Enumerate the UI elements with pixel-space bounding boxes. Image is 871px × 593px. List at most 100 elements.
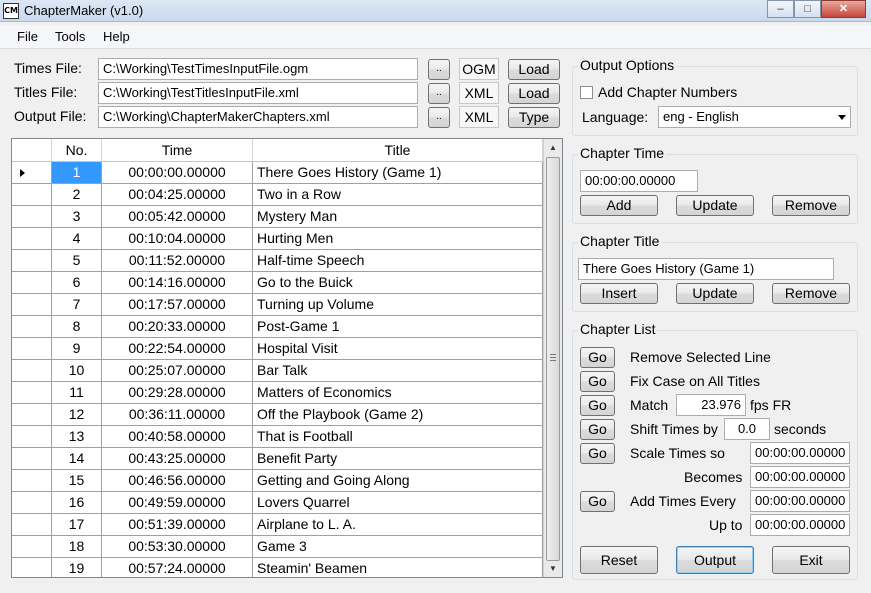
cell-time[interactable]: 00:29:28.00000 bbox=[102, 382, 253, 403]
up-to-field[interactable]: 00:00:00.00000 bbox=[750, 514, 850, 536]
table-row[interactable]: 16 00:49:59.00000 Lovers Quarrel bbox=[12, 492, 543, 514]
scroll-up-icon[interactable]: ▲ bbox=[544, 139, 562, 156]
menu-file[interactable]: File bbox=[17, 29, 38, 44]
cell-title[interactable]: Game 3 bbox=[253, 536, 543, 557]
table-row[interactable]: 11 00:29:28.00000 Matters of Economics bbox=[12, 382, 543, 404]
cell-no[interactable]: 19 bbox=[52, 558, 102, 577]
cell-no[interactable]: 18 bbox=[52, 536, 102, 557]
titles-load-button[interactable]: Load bbox=[508, 83, 560, 104]
cell-no[interactable]: 2 bbox=[52, 184, 102, 205]
output-browse-button[interactable]: .. bbox=[428, 107, 450, 128]
row-selector[interactable] bbox=[12, 536, 52, 557]
cell-time[interactable]: 00:43:25.00000 bbox=[102, 448, 253, 469]
table-row[interactable]: 15 00:46:56.00000 Getting and Going Along bbox=[12, 470, 543, 492]
cell-time[interactable]: 00:10:04.00000 bbox=[102, 228, 253, 249]
shift-seconds-field[interactable]: 0.0 bbox=[724, 418, 770, 440]
cell-time[interactable]: 00:22:54.00000 bbox=[102, 338, 253, 359]
table-row[interactable]: 18 00:53:30.00000 Game 3 bbox=[12, 536, 543, 558]
cell-time[interactable]: 00:05:42.00000 bbox=[102, 206, 253, 227]
row-selector[interactable] bbox=[12, 250, 52, 271]
row-selector[interactable] bbox=[12, 294, 52, 315]
update-title-button[interactable]: Update bbox=[676, 283, 754, 304]
cell-time[interactable]: 00:51:39.00000 bbox=[102, 514, 253, 535]
column-header-title[interactable]: Title bbox=[253, 139, 543, 161]
table-row[interactable]: 12 00:36:11.00000 Off the Playbook (Game 2… bbox=[12, 404, 543, 426]
cell-no[interactable]: 7 bbox=[52, 294, 102, 315]
table-row[interactable]: 2 00:04:25.00000 Two in a Row bbox=[12, 184, 543, 206]
title-bar[interactable]: CM ChapterMaker (v1.0) – □ ✕ bbox=[0, 0, 871, 22]
cell-title[interactable]: Airplane to L. A. bbox=[253, 514, 543, 535]
menu-help[interactable]: Help bbox=[103, 29, 130, 44]
table-row[interactable]: 10 00:25:07.00000 Bar Talk bbox=[12, 360, 543, 382]
times-browse-button[interactable]: .. bbox=[428, 59, 450, 80]
cell-title[interactable]: There Goes History (Game 1) bbox=[253, 162, 543, 183]
cell-title[interactable]: Hurting Men bbox=[253, 228, 543, 249]
cell-time[interactable]: 00:00:00.00000 bbox=[102, 162, 253, 183]
cell-title[interactable]: Turning up Volume bbox=[253, 294, 543, 315]
cell-title[interactable]: Two in a Row bbox=[253, 184, 543, 205]
cell-no[interactable]: 17 bbox=[52, 514, 102, 535]
scroll-thumb[interactable] bbox=[546, 157, 560, 561]
row-selector[interactable] bbox=[12, 514, 52, 535]
add-every-field[interactable]: 00:00:00.00000 bbox=[750, 490, 850, 512]
row-selector[interactable] bbox=[12, 426, 52, 447]
update-time-button[interactable]: Update bbox=[676, 195, 754, 216]
table-row[interactable]: 8 00:20:33.00000 Post-Game 1 bbox=[12, 316, 543, 338]
cell-title[interactable]: That is Football bbox=[253, 426, 543, 447]
titles-browse-button[interactable]: .. bbox=[428, 83, 450, 104]
reset-button[interactable]: Reset bbox=[580, 546, 658, 574]
add-chapter-numbers-checkbox[interactable] bbox=[580, 86, 593, 99]
fps-field[interactable]: 23.976 bbox=[676, 394, 746, 416]
grid-scrollbar[interactable]: ▲ ▼ bbox=[543, 139, 562, 577]
output-file-field[interactable]: C:\Working\ChapterMakerChapters.xml bbox=[98, 106, 418, 128]
match-go-button[interactable]: Go bbox=[580, 395, 615, 416]
column-header-time[interactable]: Time bbox=[102, 139, 253, 161]
cell-time[interactable]: 00:04:25.00000 bbox=[102, 184, 253, 205]
output-type-button[interactable]: Type bbox=[508, 107, 560, 128]
cell-time[interactable]: 00:49:59.00000 bbox=[102, 492, 253, 513]
table-row[interactable]: 14 00:43:25.00000 Benefit Party bbox=[12, 448, 543, 470]
row-selector[interactable] bbox=[12, 272, 52, 293]
cell-title[interactable]: Mystery Man bbox=[253, 206, 543, 227]
times-load-button[interactable]: Load bbox=[508, 59, 560, 80]
shift-go-button[interactable]: Go bbox=[580, 419, 615, 440]
cell-title[interactable]: Benefit Party bbox=[253, 448, 543, 469]
cell-no[interactable]: 12 bbox=[52, 404, 102, 425]
remove-selected-go-button[interactable]: Go bbox=[580, 347, 615, 368]
cell-time[interactable]: 00:20:33.00000 bbox=[102, 316, 253, 337]
cell-no[interactable]: 1 bbox=[52, 162, 102, 183]
row-selector[interactable] bbox=[12, 162, 52, 183]
row-selector[interactable] bbox=[12, 492, 52, 513]
cell-time[interactable]: 00:11:52.00000 bbox=[102, 250, 253, 271]
cell-title[interactable]: Matters of Economics bbox=[253, 382, 543, 403]
table-row[interactable]: 5 00:11:52.00000 Half-time Speech bbox=[12, 250, 543, 272]
table-row[interactable]: 17 00:51:39.00000 Airplane to L. A. bbox=[12, 514, 543, 536]
cell-time[interactable]: 00:36:11.00000 bbox=[102, 404, 253, 425]
insert-title-button[interactable]: Insert bbox=[580, 283, 658, 304]
fix-case-go-button[interactable]: Go bbox=[580, 371, 615, 392]
close-button[interactable]: ✕ bbox=[821, 0, 866, 18]
row-selector[interactable] bbox=[12, 382, 52, 403]
cell-title[interactable]: Steamin' Beamen bbox=[253, 558, 543, 577]
table-row[interactable]: 4 00:10:04.00000 Hurting Men bbox=[12, 228, 543, 250]
column-header-no[interactable]: No. bbox=[52, 139, 102, 161]
menu-tools[interactable]: Tools bbox=[55, 29, 85, 44]
scale-go-button[interactable]: Go bbox=[580, 443, 615, 464]
remove-time-button[interactable]: Remove bbox=[772, 195, 850, 216]
row-selector[interactable] bbox=[12, 316, 52, 337]
row-selector[interactable] bbox=[12, 206, 52, 227]
cell-title[interactable]: Go to the Buick bbox=[253, 272, 543, 293]
cell-no[interactable]: 15 bbox=[52, 470, 102, 491]
minimize-button[interactable]: – bbox=[767, 0, 794, 18]
cell-no[interactable]: 5 bbox=[52, 250, 102, 271]
titles-file-field[interactable]: C:\Working\TestTitlesInputFile.xml bbox=[98, 82, 418, 104]
cell-no[interactable]: 10 bbox=[52, 360, 102, 381]
table-row[interactable]: 1 00:00:00.00000 There Goes History (Game … bbox=[12, 162, 543, 184]
output-button[interactable]: Output bbox=[676, 546, 754, 574]
remove-title-button[interactable]: Remove bbox=[772, 283, 850, 304]
row-selector[interactable] bbox=[12, 360, 52, 381]
exit-button[interactable]: Exit bbox=[772, 546, 850, 574]
cell-no[interactable]: 11 bbox=[52, 382, 102, 403]
cell-no[interactable]: 16 bbox=[52, 492, 102, 513]
cell-no[interactable]: 9 bbox=[52, 338, 102, 359]
